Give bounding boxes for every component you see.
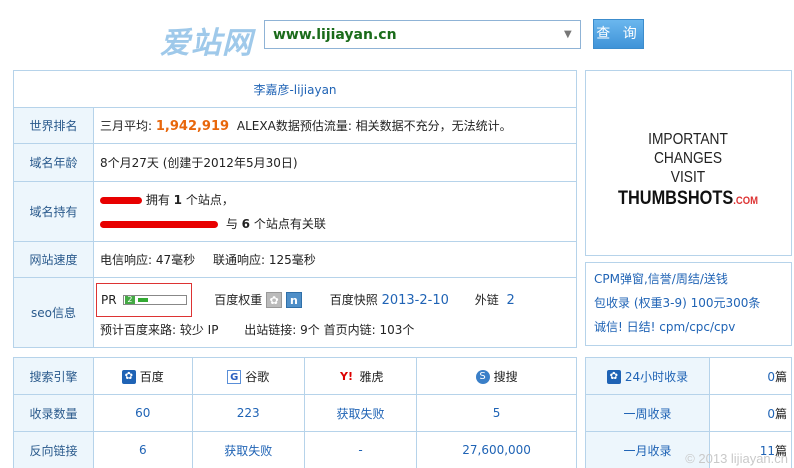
baidu-paw-icon: ✿ [266,292,283,308]
dropdown-arrow-icon[interactable]: ▼ [564,30,574,40]
telecom-response: 电信响应: 47毫秒 [100,253,196,267]
backlinks-baidu[interactable]: 6 [93,431,193,468]
backlinks-soso[interactable]: 27,600,000 [416,431,577,468]
domain-age-label: 域名年龄 [13,143,94,182]
baidu-paw-icon: ✿ [606,370,621,384]
indexed-baidu[interactable]: 60 [93,394,193,432]
ad-brand-suffix: .COM [733,195,758,207]
snapshot-label: 百度快照 [329,292,378,307]
yahoo-icon: Y! [340,370,353,383]
index-unit: 篇 [774,369,787,384]
owner-site-count: 1 [173,192,183,207]
index-count: 0 [767,406,775,421]
outlink-value-link[interactable]: 2 [507,293,515,308]
seo-label: seo信息 [13,277,94,348]
site-title-link[interactable]: 李嘉彦-lijiayan [253,83,336,97]
domain-owner-value: 拥有 1 个站点， 与 6 个站点有关联 [93,181,577,242]
index-unit: 篇 [774,406,787,421]
seo-line-1: PR 2 百度权重 ✿ n 百度快照 2013-2-10 外链 2 [96,282,576,317]
backlinks-yahoo[interactable]: - [303,431,418,468]
indexed-google[interactable]: 223 [191,394,305,432]
world-rank-number: 1,942,919 [155,119,230,134]
owner-line-2: 与 6 个站点有关联 [100,212,576,236]
backlinks-label: 反向链接 [13,431,94,468]
engine-name: 谷歌 [245,369,270,384]
search-box[interactable]: ▼ [264,20,581,49]
redacted-owner-name[interactable] [100,196,142,204]
world-rank-label: 世界排名 [13,107,94,144]
pagerank-bar: 2 [123,295,188,305]
thumbshots-logo: THUMBSHOTS.COM [615,187,761,213]
seo-value: PR 2 百度权重 ✿ n 百度快照 2013-2-10 外链 2 预计百度来路… [93,277,577,348]
speed-value: 电信响应: 47毫秒 联通响应: 125毫秒 [93,241,577,278]
world-rank-value: 三月平均: 1,942,919 ALEXA数据预估流量: 相关数据不充分，无法统… [93,107,577,144]
ad-line-1: IMPORTANT CHANGES [648,131,728,167]
indexed-soso[interactable]: 5 [416,394,577,432]
promo-links: CPM弹窗,信誉/周结/送钱 包收录 (权重3-9) 100元300条 诚信! … [585,262,792,346]
ad-line-2: VISIT [670,169,706,186]
redacted-owner-email[interactable] [100,220,218,228]
site-info-table: 李嘉彦-lijiayan 世界排名 三月平均: 1,942,919 ALEXA数… [13,70,577,348]
outbound-links-info: 出站链接: 9个 首页内链: 103个 [244,322,415,337]
indexed-yahoo[interactable]: 获取失败 [303,394,418,432]
speed-label: 网站速度 [13,241,94,278]
soso-icon: S [475,370,490,384]
site-logo[interactable]: 爱站网 [160,18,253,62]
owner-line-1: 拥有 1 个站点， [100,188,576,212]
snapshot-date-link[interactable]: 2013-2-10 [382,293,449,308]
engine-yahoo: Y! 雅虎 [303,357,418,395]
index-period-label: 24小时收录 [624,369,689,384]
indexed-label: 收录数量 [13,394,94,432]
copyright-watermark: © 2013 lijiayan.cn [685,451,788,466]
unicom-response: 联通响应: 125毫秒 [212,253,316,267]
engine-baidu: ✿ 百度 [93,357,193,395]
related-suffix: 个站点有关联 [253,216,326,231]
pr-value: 2 [125,295,135,304]
baidu-weight-label: 百度权重 [214,292,263,307]
world-rank-prefix: 三月平均: [100,119,153,133]
google-icon: G [227,370,242,384]
seo-line-2: 预计百度来路: 较少 IP 出站链接: 9个 首页内链: 103个 [100,317,576,343]
thumbshots-ad[interactable]: IMPORTANT CHANGES VISIT THUMBSHOTS.COM [603,130,773,213]
search-engine-stats-table: 搜索引擎 ✿ 百度 G 谷歌 Y! 雅虎 S 搜搜 收录数量 60 223 获取失败 5… [13,357,577,468]
engine-name: 百度 [139,369,164,384]
promo-link-2[interactable]: 包收录 (权重3-9) 100元300条 [594,291,783,315]
alexa-traffic-text: ALEXA数据预估流量: 相关数据不充分，无法统计。 [236,119,512,133]
owner-text: 拥有 [145,192,170,207]
promo-link-3[interactable]: 诚信! 日结! cpm/cpc/cpv [594,315,783,339]
index-24h-value[interactable]: 0篇 [709,357,792,395]
search-engine-header: 搜索引擎 [13,357,94,395]
query-button[interactable]: 查 询 [593,19,644,49]
related-site-count: 6 [241,216,251,231]
baidu-paw-icon: ✿ [121,370,136,384]
backlinks-google[interactable]: 获取失败 [191,431,305,468]
pr-label: PR [101,292,117,307]
outlink-label: 外链 [474,292,499,307]
owner-suffix: 个站点， [185,192,234,207]
domain-age-value: 8个月27天 (创建于2012年5月30日) [93,143,577,182]
engine-soso: S 搜搜 [416,357,577,395]
baidu-traffic-estimate: 预计百度来路: 较少 IP [100,322,219,337]
site-title[interactable]: 李嘉彦-lijiayan [13,70,577,108]
pagerank-badge: PR 2 [96,282,193,317]
index-count: 0 [767,369,775,384]
promo-link-1[interactable]: CPM弹窗,信誉/周结/送钱 [594,267,783,291]
engine-name: 搜搜 [493,369,518,384]
related-text: 与 [225,216,238,231]
engine-name: 雅虎 [359,369,384,384]
index-24h-label: ✿ 24小时收录 [585,357,710,395]
ad-brand: THUMBSHOTS [617,188,734,209]
pr-fill [138,298,149,302]
index-week-value[interactable]: 0篇 [709,394,792,432]
engine-google: G 谷歌 [191,357,305,395]
domain-search-input[interactable] [265,21,580,48]
baidu-weight-value[interactable]: n [285,292,302,308]
domain-owner-label: 域名持有 [13,181,94,242]
index-week-label: 一周收录 [585,394,710,432]
